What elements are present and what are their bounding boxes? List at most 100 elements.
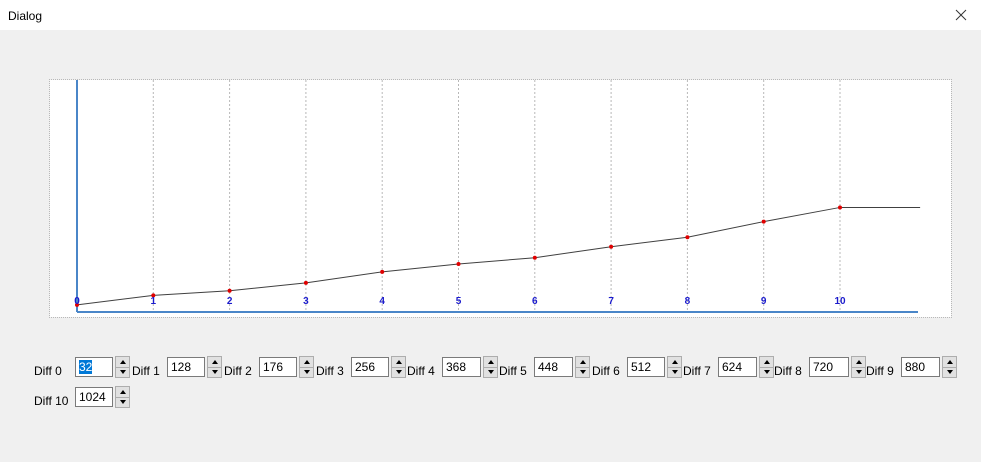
diff-2-value: 176 bbox=[263, 360, 284, 374]
diff-4-value: 368 bbox=[446, 360, 467, 374]
spin-down-button[interactable] bbox=[392, 368, 405, 378]
data-point-8 bbox=[685, 235, 690, 240]
spin-up-button[interactable] bbox=[116, 357, 129, 368]
arrow-up-icon bbox=[946, 359, 953, 364]
diff-1-label: Diff 1 bbox=[132, 364, 160, 378]
spin-up-button[interactable] bbox=[300, 357, 313, 368]
arrow-down-icon bbox=[211, 370, 218, 375]
spin-up-button[interactable] bbox=[116, 387, 129, 398]
arrow-down-icon bbox=[395, 370, 402, 375]
close-icon bbox=[955, 9, 967, 21]
arrow-up-icon bbox=[487, 359, 494, 364]
arrow-up-icon bbox=[119, 359, 126, 364]
diff-5-value: 448 bbox=[538, 360, 559, 374]
data-point-5 bbox=[456, 262, 461, 267]
diff-9-input[interactable]: 880 bbox=[901, 357, 940, 377]
diff-0-value: 32 bbox=[79, 360, 93, 374]
diff-0-spinner[interactable] bbox=[115, 356, 130, 378]
arrow-down-icon bbox=[763, 370, 770, 375]
data-point-9 bbox=[761, 219, 766, 224]
x-tick-label-8: 8 bbox=[685, 296, 691, 307]
diff-10-input[interactable]: 1024 bbox=[75, 387, 113, 407]
diff-3-input[interactable]: 256 bbox=[351, 357, 389, 377]
arrow-down-icon bbox=[671, 370, 678, 375]
x-tick-label-2: 2 bbox=[227, 296, 233, 307]
title-bar: Dialog bbox=[0, 0, 981, 30]
diff-10-spinner[interactable] bbox=[115, 386, 130, 408]
arrow-up-icon bbox=[211, 359, 218, 364]
spin-up-button[interactable] bbox=[668, 357, 681, 368]
diff-7-spinner[interactable] bbox=[759, 356, 774, 378]
spin-up-button[interactable] bbox=[760, 357, 773, 368]
arrow-down-icon bbox=[303, 370, 310, 375]
arrow-down-icon bbox=[119, 370, 126, 375]
arrow-down-icon bbox=[487, 370, 494, 375]
diff-7-label: Diff 7 bbox=[683, 364, 711, 378]
spin-down-button[interactable] bbox=[943, 368, 956, 378]
diff-2-input[interactable]: 176 bbox=[259, 357, 297, 377]
data-point-7 bbox=[609, 244, 614, 249]
diff-8-spinner[interactable] bbox=[851, 356, 866, 378]
diff-0-input[interactable]: 32 bbox=[75, 357, 113, 377]
arrow-up-icon bbox=[119, 389, 126, 394]
diff-5-spinner[interactable] bbox=[575, 356, 590, 378]
x-tick-label-3: 3 bbox=[303, 296, 309, 307]
diff-6-spinner[interactable] bbox=[667, 356, 682, 378]
x-tick-label-6: 6 bbox=[532, 296, 538, 307]
data-point-2 bbox=[227, 288, 232, 293]
spin-down-button[interactable] bbox=[852, 368, 865, 378]
diff-9-value: 880 bbox=[905, 360, 926, 374]
x-tick-label-4: 4 bbox=[379, 296, 385, 307]
spin-up-button[interactable] bbox=[484, 357, 497, 368]
diff-5-label: Diff 5 bbox=[499, 364, 527, 378]
spin-down-button[interactable] bbox=[576, 368, 589, 378]
spin-down-button[interactable] bbox=[116, 368, 129, 378]
spin-down-button[interactable] bbox=[208, 368, 221, 378]
diff-3-spinner[interactable] bbox=[391, 356, 406, 378]
diff-curve-chart: 0 1 2 3 4 5 6 7 8 9 10 bbox=[74, 80, 921, 313]
arrow-down-icon bbox=[855, 370, 862, 375]
spin-up-button[interactable] bbox=[392, 357, 405, 368]
diff-1-input[interactable]: 128 bbox=[167, 357, 205, 377]
data-point-4 bbox=[380, 269, 385, 274]
diff-6-input[interactable]: 512 bbox=[627, 357, 665, 377]
arrow-up-icon bbox=[579, 359, 586, 364]
spin-down-button[interactable] bbox=[116, 398, 129, 408]
arrow-down-icon bbox=[579, 370, 586, 375]
spin-down-button[interactable] bbox=[668, 368, 681, 378]
arrow-down-icon bbox=[119, 400, 126, 405]
x-tick-label-10: 10 bbox=[834, 296, 846, 307]
diff-8-label: Diff 8 bbox=[774, 364, 802, 378]
series-line bbox=[76, 206, 921, 306]
diff-4-spinner[interactable] bbox=[483, 356, 498, 378]
diff-10-value: 1024 bbox=[79, 390, 106, 404]
diff-5-input[interactable]: 448 bbox=[534, 357, 573, 377]
arrow-up-icon bbox=[855, 359, 862, 364]
diff-3-label: Diff 3 bbox=[316, 364, 344, 378]
diff-4-input[interactable]: 368 bbox=[442, 357, 481, 377]
spin-down-button[interactable] bbox=[760, 368, 773, 378]
spin-up-button[interactable] bbox=[208, 357, 221, 368]
spin-up-button[interactable] bbox=[943, 357, 956, 368]
spin-up-button[interactable] bbox=[576, 357, 589, 368]
close-button[interactable] bbox=[941, 0, 981, 30]
window-title: Dialog bbox=[8, 9, 43, 23]
x-tick-label-9: 9 bbox=[761, 296, 767, 307]
spin-down-button[interactable] bbox=[300, 368, 313, 378]
diff-1-spinner[interactable] bbox=[207, 356, 222, 378]
diff-10-label: Diff 10 bbox=[34, 394, 69, 408]
diff-3-value: 256 bbox=[355, 360, 376, 374]
diff-7-input[interactable]: 624 bbox=[718, 357, 757, 377]
arrow-up-icon bbox=[395, 359, 402, 364]
diff-2-label: Diff 2 bbox=[224, 364, 252, 378]
diff-4-label: Diff 4 bbox=[407, 364, 435, 378]
diff-2-spinner[interactable] bbox=[299, 356, 314, 378]
arrow-down-icon bbox=[946, 370, 953, 375]
diff-6-value: 512 bbox=[631, 360, 652, 374]
spin-down-button[interactable] bbox=[484, 368, 497, 378]
diff-9-spinner[interactable] bbox=[942, 356, 957, 378]
diff-8-input[interactable]: 720 bbox=[809, 357, 849, 377]
spin-up-button[interactable] bbox=[852, 357, 865, 368]
x-tick-label-0: 0 bbox=[74, 296, 80, 307]
diff-1-value: 128 bbox=[171, 360, 192, 374]
